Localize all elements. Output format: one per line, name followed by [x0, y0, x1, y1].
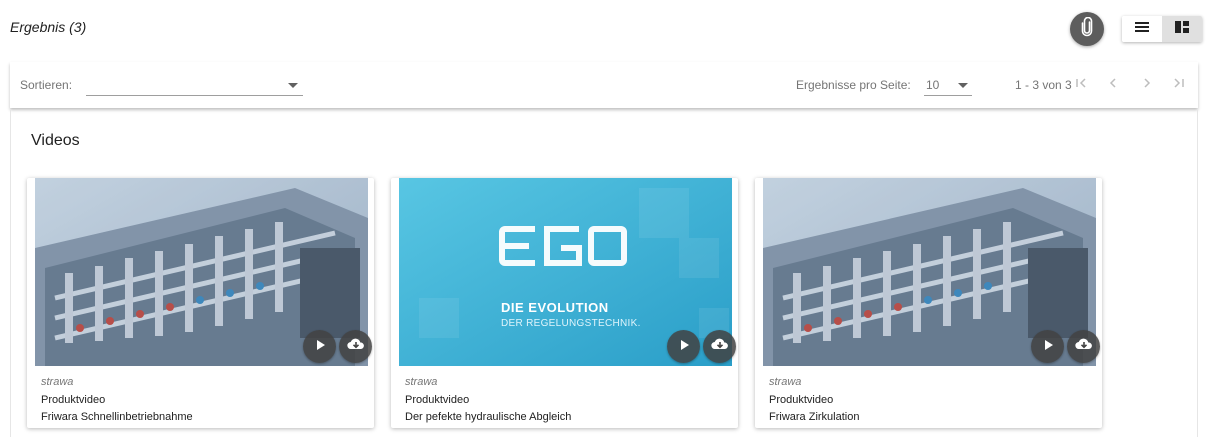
thumb-title: DIE EVOLUTION [501, 300, 609, 315]
chevron-right-icon [1140, 76, 1154, 95]
card-name: Friwara Zirkulation [769, 411, 860, 423]
play-button[interactable] [667, 330, 700, 363]
per-page-label: Ergebnisse pro Seite: [796, 78, 911, 92]
grid-view-button[interactable] [1162, 16, 1202, 42]
ego-logo [499, 226, 627, 266]
cloud-download-icon [1074, 337, 1093, 356]
card-type: Produktvideo [405, 394, 470, 406]
attach-button[interactable] [1070, 12, 1104, 46]
cloud-download-icon [346, 337, 365, 356]
video-card[interactable]: DIE EVOLUTION DER REGELUNGSTECHNIK. stra… [391, 178, 738, 428]
download-button[interactable] [703, 330, 736, 363]
paperclip-icon [1079, 16, 1095, 42]
results-toolbar: Sortieren: Ergebnisse pro Seite: 10 1 - … [10, 62, 1198, 108]
play-button[interactable] [1031, 330, 1064, 363]
last-page-icon [1172, 76, 1186, 95]
thumb-subtitle: DER REGELUNGSTECHNIK. [501, 318, 641, 329]
play-icon [1042, 338, 1054, 356]
last-page-button[interactable] [1168, 74, 1190, 96]
play-button[interactable] [303, 330, 336, 363]
first-page-button[interactable] [1070, 74, 1092, 96]
view-toggle [1122, 16, 1202, 42]
chevron-left-icon [1106, 76, 1120, 95]
card-name: Friwara Schnellinbetriebnahme [41, 411, 193, 423]
video-card[interactable]: strawa Produktvideo Friwara Schnellinbet… [27, 178, 374, 428]
chevron-down-icon [288, 83, 298, 88]
card-name: Der pefekte hydraulische Abgleich [405, 411, 572, 423]
sort-select[interactable] [86, 74, 303, 96]
sort-label: Sortieren: [20, 78, 73, 92]
first-page-icon [1074, 76, 1088, 95]
results-header: Ergebnis (3) [0, 0, 1208, 58]
card-brand: strawa [405, 376, 438, 388]
play-icon [314, 338, 326, 356]
card-brand: strawa [41, 376, 74, 388]
section-title: Videos [31, 132, 80, 149]
result-title: Ergebnis (3) [10, 19, 87, 35]
video-card[interactable]: strawa Produktvideo Friwara Zirkulation [755, 178, 1102, 428]
card-type: Produktvideo [769, 394, 834, 406]
grid-view-icon [1174, 20, 1190, 39]
list-view-button[interactable] [1122, 16, 1162, 42]
per-page-select[interactable]: 10 [924, 74, 972, 96]
card-brand: strawa [769, 376, 802, 388]
results-content: Videos strawa Produktvideo Friwara Schne… [10, 110, 1198, 437]
next-page-button[interactable] [1136, 74, 1158, 96]
prev-page-button[interactable] [1102, 74, 1124, 96]
chevron-down-icon [958, 83, 968, 88]
range-label: 1 - 3 von 3 [1015, 78, 1072, 92]
play-icon [678, 338, 690, 356]
list-view-icon [1134, 20, 1150, 38]
download-button[interactable] [1067, 330, 1100, 363]
cloud-download-icon [710, 337, 729, 356]
download-button[interactable] [339, 330, 372, 363]
card-type: Produktvideo [41, 394, 106, 406]
per-page-value: 10 [926, 78, 940, 92]
